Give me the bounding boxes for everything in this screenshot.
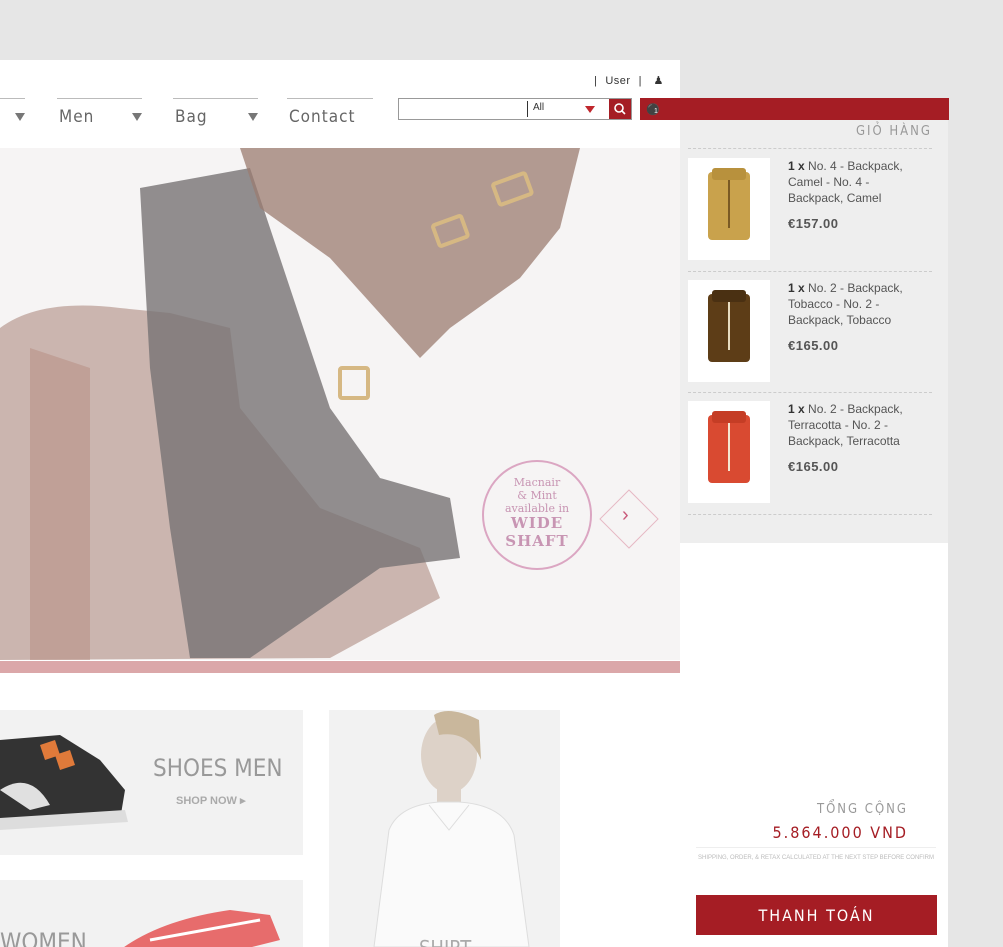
nav-item-men[interactable]: Men — [57, 98, 142, 129]
chevron-down-icon[interactable] — [585, 106, 595, 113]
cart-item[interactable]: 1 x No. 2 - Backpack, Terracotta - No. 2… — [688, 393, 932, 503]
product-thumbnail[interactable] — [688, 158, 770, 260]
search-button[interactable] — [609, 99, 631, 119]
shipping-note: SHIPPING, ORDER, & RETAX CALCULATED AT T… — [696, 847, 936, 863]
nav-item-1[interactable] — [0, 98, 25, 129]
product-name[interactable]: No. 2 - Backpack, Terracotta - No. 2 - B… — [788, 402, 903, 448]
product-price: €165.00 — [788, 338, 839, 353]
chevron-down-icon — [15, 113, 25, 121]
utility-bar: | User | ♟ — [594, 75, 664, 87]
backpack-image — [708, 411, 750, 483]
product-name[interactable]: No. 4 - Backpack, Camel - No. 4 - Backpa… — [788, 159, 903, 205]
total-label: TỔNG CỘNG — [816, 802, 908, 817]
category-shirt[interactable]: SHIRT — [329, 710, 560, 947]
product-price: €157.00 — [788, 216, 839, 231]
backpack-image — [708, 290, 750, 362]
user-icon[interactable]: ♟ — [654, 75, 664, 87]
checkout-button[interactable]: THANH TOÁN — [696, 895, 937, 935]
category-women[interactable]: WOMEN — [0, 880, 303, 947]
product-thumbnail[interactable] — [688, 280, 770, 382]
cart-panel: GIỎ HÀNG 1 x No. 4 - Backpack, Camel - N… — [680, 120, 948, 543]
product-thumbnail[interactable] — [688, 401, 770, 503]
hero-slider: Macnair & Mint available in WIDE SHAFT › — [0, 148, 680, 660]
search-category-select[interactable]: All — [533, 102, 544, 113]
total-value: 5.864.000 VND — [772, 823, 908, 842]
chevron-right-icon[interactable]: › — [622, 504, 629, 527]
shop-now-link[interactable]: SHOP NOW ▸ — [176, 794, 246, 807]
chevron-down-icon — [248, 113, 258, 121]
product-name[interactable]: No. 2 - Backpack, Tobacco - No. 2 - Back… — [788, 281, 903, 327]
hero-bottom-bar — [0, 661, 680, 673]
cart-item[interactable]: 1 x No. 2 - Backpack, Tobacco - No. 2 - … — [688, 272, 932, 382]
cart-summary: TỔNG CỘNG 5.864.000 VND SHIPPING, ORDER,… — [680, 543, 948, 947]
boots-image — [0, 148, 680, 660]
user-link[interactable]: User — [605, 75, 630, 87]
main-page: | User | ♟ Men Bag Contact All Macnair &… — [0, 60, 680, 947]
category-shoes-men[interactable]: SHOES MEN SHOP NOW ▸ — [0, 710, 303, 855]
search-input[interactable] — [401, 101, 525, 117]
backpack-image — [708, 168, 750, 240]
search-icon — [614, 103, 626, 115]
cart-count-badge: 1 — [654, 108, 658, 115]
cart-title: GIỎ HÀNG — [855, 124, 932, 139]
nav-item-contact[interactable]: Contact — [287, 98, 373, 129]
model-image — [373, 711, 530, 947]
promo-badge: Macnair & Mint available in WIDE SHAFT — [482, 460, 592, 570]
cart-item[interactable]: 1 x No. 4 - Backpack, Camel - No. 4 - Ba… — [688, 150, 932, 260]
chevron-down-icon — [132, 113, 142, 121]
nav-item-bag[interactable]: Bag — [173, 98, 258, 129]
sneaker-image — [0, 735, 128, 830]
search-box: All — [398, 98, 632, 120]
cart-header-bar[interactable]: ⚫ 1 — [640, 98, 949, 120]
product-price: €165.00 — [788, 459, 839, 474]
